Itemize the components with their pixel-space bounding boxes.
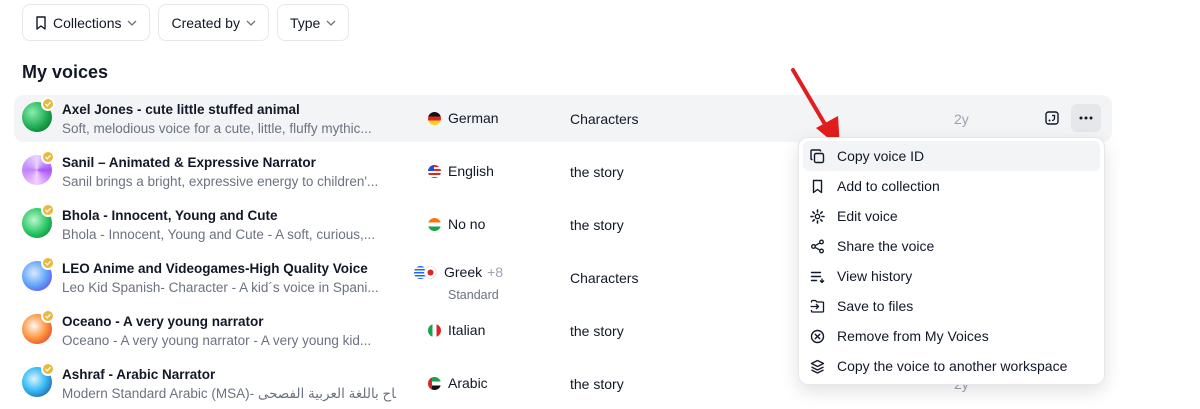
- flag-usa-icon: [428, 164, 441, 178]
- menu-item-label: View history: [837, 268, 913, 284]
- voice-description: Modern Standard Arabic (MSA)- متاح باللغ…: [62, 386, 396, 401]
- share-icon: [811, 239, 824, 253]
- voice-description: Soft, melodious voice for a cute, little…: [62, 121, 372, 136]
- menu-item-view-history[interactable]: View history: [803, 261, 1100, 291]
- type-filter-label: Type: [289, 14, 321, 31]
- voice-category: Characters: [570, 111, 639, 127]
- chevron-down-icon: [128, 20, 137, 26]
- voice-description: Leo Kid Spanish- Character - A kid´s voi…: [62, 280, 379, 295]
- created-by-filter-label: Created by: [171, 14, 240, 31]
- flag-uae-icon: [428, 376, 441, 390]
- section-title: My voices: [22, 62, 109, 82]
- menu-item-share-voice[interactable]: Share the voice: [803, 231, 1100, 261]
- menu-item-label: Save to files: [837, 298, 914, 314]
- voice-category: the story: [570, 217, 624, 233]
- verified-badge-icon: [41, 97, 55, 111]
- language-label: No no: [448, 216, 486, 232]
- menu-item-label: Copy voice ID: [837, 148, 925, 164]
- language-label: Italian: [448, 322, 486, 338]
- voice-category: the story: [570, 376, 624, 392]
- remove-circle-icon: [810, 329, 825, 343]
- menu-item-add-to-collection[interactable]: Add to collection: [803, 171, 1100, 201]
- voice-name: Oceano - A very young narrator: [62, 314, 264, 329]
- menu-item-label: Edit voice: [837, 208, 898, 224]
- flag-germany-icon: [428, 111, 441, 125]
- filter-bar: Collections Created by Type: [22, 4, 350, 41]
- voice-age: 2y: [954, 111, 969, 127]
- voice-description: Sanil brings a bright, expressive energy…: [62, 174, 379, 189]
- layers-icon: [810, 359, 825, 374]
- copy-icon: [810, 148, 825, 163]
- share-link-icon[interactable]: [1042, 108, 1062, 128]
- language-label: German: [448, 110, 499, 126]
- chevron-down-icon: [326, 20, 336, 26]
- language-label: English: [448, 163, 494, 179]
- chevron-down-icon: [246, 20, 256, 26]
- verified-badge-icon: [41, 256, 55, 270]
- ellipsis-icon: [1079, 116, 1093, 120]
- voice-language: Arabic: [428, 375, 488, 391]
- verified-badge-icon: [41, 203, 55, 217]
- voice-language: German: [428, 110, 499, 126]
- verified-badge-icon: [41, 309, 55, 323]
- menu-item-label: Share the voice: [837, 238, 935, 254]
- menu-item-label: Remove from My Voices: [837, 328, 989, 344]
- voice-name: Sanil – Animated & Expressive Narrator: [62, 155, 316, 170]
- voice-category: Characters: [570, 270, 639, 286]
- verified-badge-icon: [41, 150, 55, 164]
- voice-name: Bhola - Innocent, Young and Cute: [62, 208, 278, 223]
- collections-filter-button[interactable]: Collections: [22, 4, 151, 41]
- gear-icon: [810, 208, 825, 224]
- verified-badge-icon: [41, 362, 55, 376]
- menu-item-save-to-files[interactable]: Save to files: [803, 291, 1100, 321]
- voice-name: Axel Jones - cute little stuffed animal: [62, 102, 300, 117]
- bookmark-icon: [812, 179, 823, 193]
- menu-item-copy-voice-id[interactable]: Copy voice ID: [803, 141, 1100, 171]
- voice-language: Italian: [428, 322, 485, 338]
- voice-description: Oceano - A very young narrator - A very …: [62, 333, 372, 348]
- menu-item-copy-to-workspace[interactable]: Copy the voice to another workspace: [803, 351, 1100, 381]
- language-extra-count: +8: [487, 264, 504, 280]
- voice-language: English: [428, 163, 494, 179]
- collections-filter-label: Collections: [53, 14, 122, 31]
- history-list-icon: [810, 271, 825, 283]
- menu-item-label: Add to collection: [837, 178, 940, 194]
- voice-language: No no: [428, 216, 485, 232]
- bookmark-icon: [36, 15, 46, 30]
- menu-item-edit-voice[interactable]: Edit voice: [803, 201, 1100, 231]
- created-by-filter-button[interactable]: Created by: [158, 4, 269, 41]
- voice-name: LEO Anime and Videogames-High Quality Vo…: [62, 261, 368, 276]
- voice-description: Bhola - Innocent, Young and Cute - A sof…: [62, 227, 375, 242]
- voice-category: the story: [570, 164, 624, 180]
- flag-italy-icon: [428, 323, 441, 337]
- voice-language: Greek +8: [414, 264, 503, 280]
- save-to-files-icon: [810, 299, 825, 313]
- flag-japan-icon: [424, 265, 437, 279]
- voice-category: the story: [570, 323, 624, 339]
- language-variant: Standard: [448, 288, 499, 302]
- menu-item-remove-from-my-voices[interactable]: Remove from My Voices: [803, 321, 1100, 351]
- more-options-button[interactable]: [1071, 104, 1101, 132]
- flag-india-icon: [428, 217, 441, 231]
- language-label: Greek: [444, 264, 483, 280]
- menu-item-label: Copy the voice to another workspace: [837, 358, 1068, 374]
- type-filter-button[interactable]: Type: [276, 4, 350, 41]
- voice-name: Ashraf - Arabic Narrator: [62, 367, 216, 382]
- voice-context-menu: Copy voice ID Add to collection Edit voi…: [798, 137, 1105, 385]
- language-label: Arabic: [448, 375, 488, 391]
